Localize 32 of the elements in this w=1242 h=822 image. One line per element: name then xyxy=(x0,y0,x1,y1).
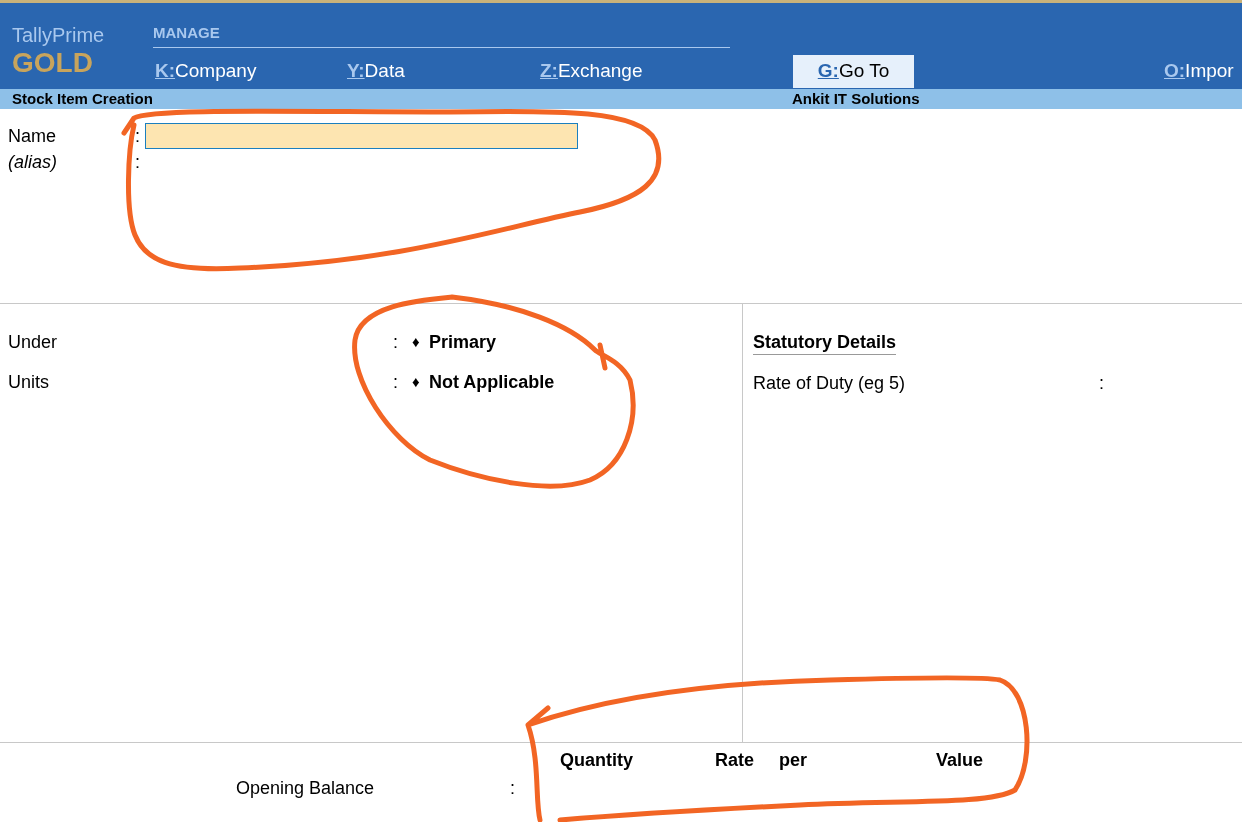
separator: : xyxy=(1099,371,1104,395)
column-heading: Quantity xyxy=(560,749,633,771)
product-name: TallyPrime xyxy=(12,23,106,47)
menu-group-label: MANAGE xyxy=(153,25,730,48)
edition-name: GOLD xyxy=(12,47,94,79)
field-label: Rate of Duty (eg 5) xyxy=(753,371,907,395)
field-value[interactable]: Primary xyxy=(429,328,497,356)
menu-item[interactable]: Z:Exchange xyxy=(538,55,793,88)
field-label: Units xyxy=(7,370,50,394)
section-heading: Statutory Details xyxy=(753,330,897,355)
separator: : xyxy=(393,370,399,394)
column-heading: Rate xyxy=(715,749,755,771)
menu-item[interactable]: O:Impor xyxy=(1162,55,1242,88)
field-label: Name xyxy=(7,124,57,148)
column-heading: Value xyxy=(936,749,984,771)
name-input-field[interactable] xyxy=(145,123,578,149)
separator: : xyxy=(135,150,140,174)
separator: : xyxy=(393,330,399,354)
column-heading: per xyxy=(779,749,808,771)
menu-item[interactable]: K:Company xyxy=(153,55,345,88)
field-label: (alias) xyxy=(7,150,58,174)
company-name: Ankit IT Solutions xyxy=(792,88,920,109)
screen-title: Stock Item Creation xyxy=(11,88,154,109)
separator: : xyxy=(135,124,141,148)
diamond-marker: ♦ xyxy=(412,331,421,352)
field-value[interactable]: Not Applicable xyxy=(429,368,555,396)
field-label: Opening Balance xyxy=(235,776,376,800)
diamond-marker: ♦ xyxy=(412,371,421,392)
menu-item[interactable]: Y:Data xyxy=(345,55,538,88)
separator: : xyxy=(510,776,515,800)
field-label: Under xyxy=(7,330,59,354)
menu-item[interactable]: G:Go To xyxy=(793,55,914,88)
